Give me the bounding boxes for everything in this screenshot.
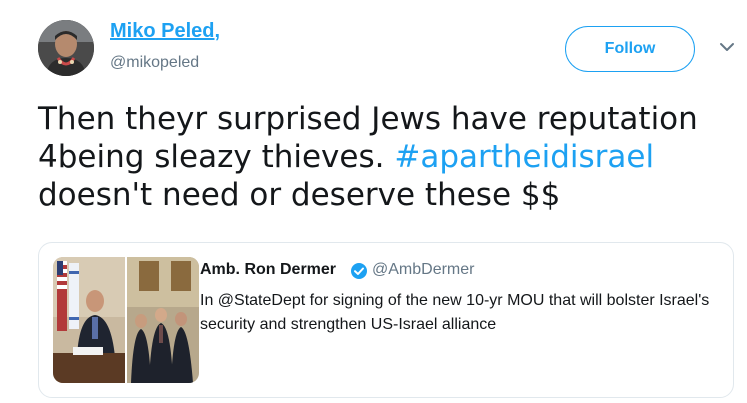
author-name[interactable]: Miko Peled, [110,20,220,43]
tweet-text: Then theyr surprised Jews have reputatio… [38,100,728,214]
quoted-author-name[interactable]: Amb. Ron Dermer [200,261,336,279]
follow-button[interactable]: Follow [565,26,695,72]
tweet-line-2: 4being sleazy thieves. #apartheidisrael [38,138,728,176]
profile-photo-icon [38,20,94,76]
quoted-tweet-card[interactable]: Amb. Ron Dermer @AmbDermer In @StateDept… [38,242,734,398]
tweet-line-1: Then theyr surprised Jews have reputatio… [38,101,698,137]
tweet-line-3: doesn't need or deserve these $$ [38,177,561,213]
verified-badge-icon [350,262,368,280]
tweet-line-2-text: 4being sleazy thieves. [38,139,395,175]
author-handle[interactable]: @mikopeled [110,54,199,72]
quoted-author-handle[interactable]: @AmbDermer [372,261,474,279]
author-avatar[interactable] [38,20,94,76]
hashtag-link[interactable]: #apartheidisrael [394,139,654,175]
quoted-tweet-image[interactable] [53,257,199,383]
signing-photo [53,257,199,383]
quoted-tweet-text: In @StateDept for signing of the new 10-… [200,292,710,333]
chevron-down-icon[interactable] [718,40,736,54]
